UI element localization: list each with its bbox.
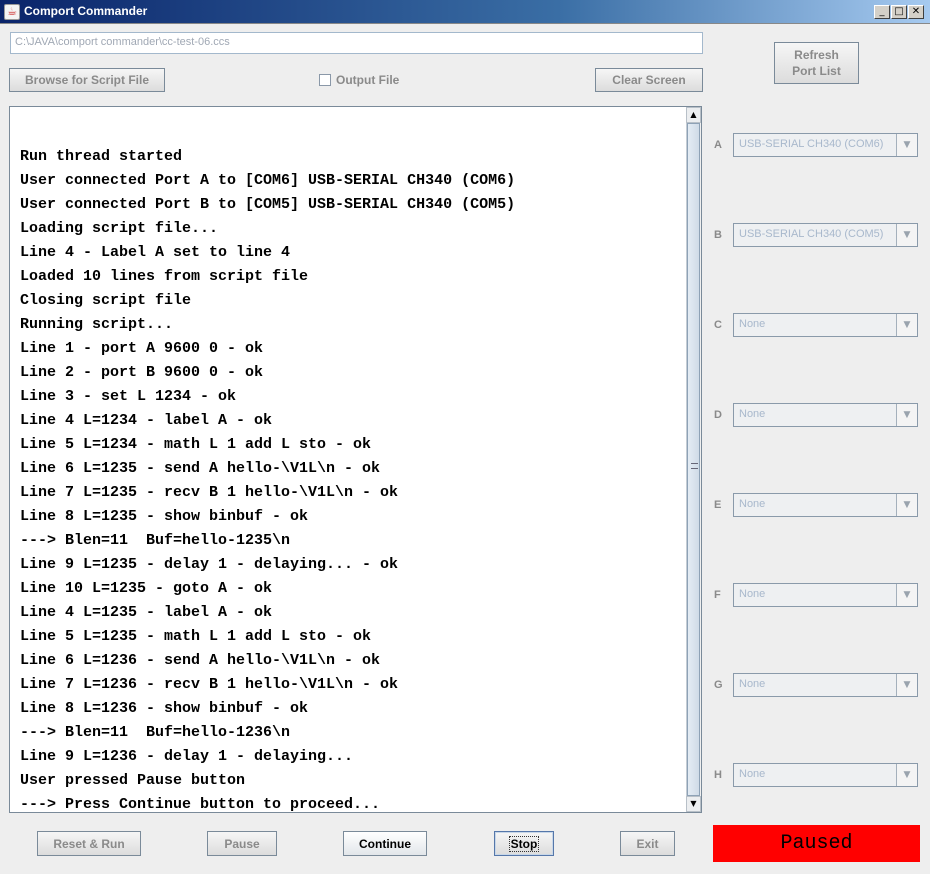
port-c-select[interactable]: None ▼ bbox=[733, 313, 918, 337]
console-text: Run thread started User connected Port A … bbox=[20, 145, 516, 813]
chevron-down-icon[interactable]: ▼ bbox=[896, 224, 917, 246]
console-line: Line 4 L=1235 - label A - ok bbox=[20, 604, 273, 621]
console-line: User connected Port B to [COM5] USB-SERI… bbox=[20, 196, 516, 213]
scroll-up-arrow-icon[interactable]: ▲ bbox=[686, 107, 701, 123]
console-line: Line 3 - set L 1234 - ok bbox=[20, 388, 237, 405]
port-f-select[interactable]: None ▼ bbox=[733, 583, 918, 607]
console-line: Running script... bbox=[20, 316, 174, 333]
chevron-down-icon[interactable]: ▼ bbox=[896, 764, 917, 786]
window-title: Comport Commander bbox=[24, 4, 148, 18]
console-line: Line 5 L=1234 - math L 1 add L sto - ok bbox=[20, 436, 372, 453]
port-g-select[interactable]: None ▼ bbox=[733, 673, 918, 697]
port-g-value: None bbox=[739, 678, 766, 690]
chevron-down-icon[interactable]: ▼ bbox=[896, 134, 917, 156]
console-line: Line 5 L=1235 - math L 1 add L sto - ok bbox=[20, 628, 372, 645]
console-line: ---> Blen=11 Buf=hello-1235\n bbox=[20, 532, 291, 549]
scroll-down-arrow-icon[interactable]: ▼ bbox=[686, 796, 701, 812]
console-line: Closing script file bbox=[20, 292, 192, 309]
port-b-value: USB-SERIAL CH340 (COM5) bbox=[739, 228, 884, 240]
clear-screen-button[interactable]: Clear Screen bbox=[595, 68, 703, 92]
port-h-select[interactable]: None ▼ bbox=[733, 763, 918, 787]
chevron-down-icon[interactable]: ▼ bbox=[896, 404, 917, 426]
port-b-select[interactable]: USB-SERIAL CH340 (COM5) ▼ bbox=[733, 223, 918, 247]
stop-button[interactable]: Stop bbox=[494, 831, 554, 856]
java-icon: ☕ bbox=[4, 4, 20, 20]
port-b-label: B bbox=[714, 229, 722, 241]
exit-button[interactable]: Exit bbox=[620, 831, 675, 856]
console-line: Loaded 10 lines from script file bbox=[20, 268, 309, 285]
console-line: Line 4 - Label A set to line 4 bbox=[20, 244, 291, 261]
port-d-label: D bbox=[714, 409, 722, 421]
chevron-down-icon[interactable]: ▼ bbox=[896, 494, 917, 516]
console-line: Line 7 L=1236 - recv B 1 hello-\V1L\n - … bbox=[20, 676, 399, 693]
chevron-down-icon[interactable]: ▼ bbox=[896, 674, 917, 696]
console-line: Line 8 L=1236 - show binbuf - ok bbox=[20, 700, 309, 717]
refresh-label-line1: Refresh bbox=[794, 48, 839, 62]
pause-button[interactable]: Pause bbox=[207, 831, 277, 856]
console-line: Line 6 L=1236 - send A hello-\V1L\n - ok bbox=[20, 652, 381, 669]
console-line: Line 10 L=1235 - goto A - ok bbox=[20, 580, 273, 597]
console-line: Line 2 - port B 9600 0 - ok bbox=[20, 364, 264, 381]
minimize-button[interactable]: _ bbox=[874, 5, 890, 19]
refresh-label-line2: Port List bbox=[792, 64, 841, 78]
port-f-value: None bbox=[739, 588, 766, 600]
output-file-label: Output File bbox=[336, 73, 400, 87]
console-line: Line 6 L=1235 - send A hello-\V1L\n - ok bbox=[20, 460, 381, 477]
chevron-down-icon[interactable]: ▼ bbox=[896, 584, 917, 606]
chevron-down-icon[interactable]: ▼ bbox=[896, 314, 917, 336]
port-d-value: None bbox=[739, 408, 766, 420]
output-file-checkbox[interactable] bbox=[319, 74, 331, 86]
port-h-label: H bbox=[714, 769, 722, 781]
grip-icon bbox=[691, 463, 698, 469]
console-line: Loading script file... bbox=[20, 220, 219, 237]
console-line: User pressed Pause button bbox=[20, 772, 246, 789]
port-e-value: None bbox=[739, 498, 766, 510]
console-line: ---> Press Continue button to proceed... bbox=[20, 796, 381, 813]
console-line: Line 8 L=1235 - show binbuf - ok bbox=[20, 508, 309, 525]
status-indicator: Paused bbox=[713, 825, 920, 862]
console-line: Line 4 L=1234 - label A - ok bbox=[20, 412, 273, 429]
console-line: Line 9 L=1236 - delay 1 - delaying... bbox=[20, 748, 354, 765]
port-a-label: A bbox=[714, 139, 722, 151]
console-line: Line 1 - port A 9600 0 - ok bbox=[20, 340, 264, 357]
script-path-field[interactable]: C:\JAVA\comport commander\cc-test-06.ccs bbox=[10, 32, 703, 54]
browse-script-button[interactable]: Browse for Script File bbox=[9, 68, 165, 92]
console-output[interactable]: Run thread started User connected Port A … bbox=[9, 106, 702, 813]
scroll-thumb[interactable] bbox=[687, 123, 700, 796]
console-line: ---> Blen=11 Buf=hello-1236\n bbox=[20, 724, 291, 741]
port-g-label: G bbox=[714, 679, 723, 691]
port-e-label: E bbox=[714, 499, 722, 511]
port-d-select[interactable]: None ▼ bbox=[733, 403, 918, 427]
stop-button-label: Stop bbox=[508, 835, 540, 852]
reset-run-button[interactable]: Reset & Run bbox=[37, 831, 141, 856]
console-line: Line 7 L=1235 - recv B 1 hello-\V1L\n - … bbox=[20, 484, 399, 501]
port-a-select[interactable]: USB-SERIAL CH340 (COM6) ▼ bbox=[733, 133, 918, 157]
console-line: Run thread started bbox=[20, 148, 183, 165]
maximize-button[interactable]: □ bbox=[891, 5, 907, 19]
port-f-label: F bbox=[714, 589, 721, 601]
close-button[interactable]: ✕ bbox=[908, 5, 924, 19]
console-line: Line 9 L=1235 - delay 1 - delaying... - … bbox=[20, 556, 399, 573]
port-c-label: C bbox=[714, 319, 722, 331]
port-e-select[interactable]: None ▼ bbox=[733, 493, 918, 517]
port-h-value: None bbox=[739, 768, 766, 780]
continue-button[interactable]: Continue bbox=[343, 831, 427, 856]
port-a-value: USB-SERIAL CH340 (COM6) bbox=[739, 138, 884, 150]
refresh-port-list-button[interactable]: Refresh Port List bbox=[774, 42, 859, 84]
port-c-value: None bbox=[739, 318, 766, 330]
console-line: User connected Port A to [COM6] USB-SERI… bbox=[20, 172, 516, 189]
